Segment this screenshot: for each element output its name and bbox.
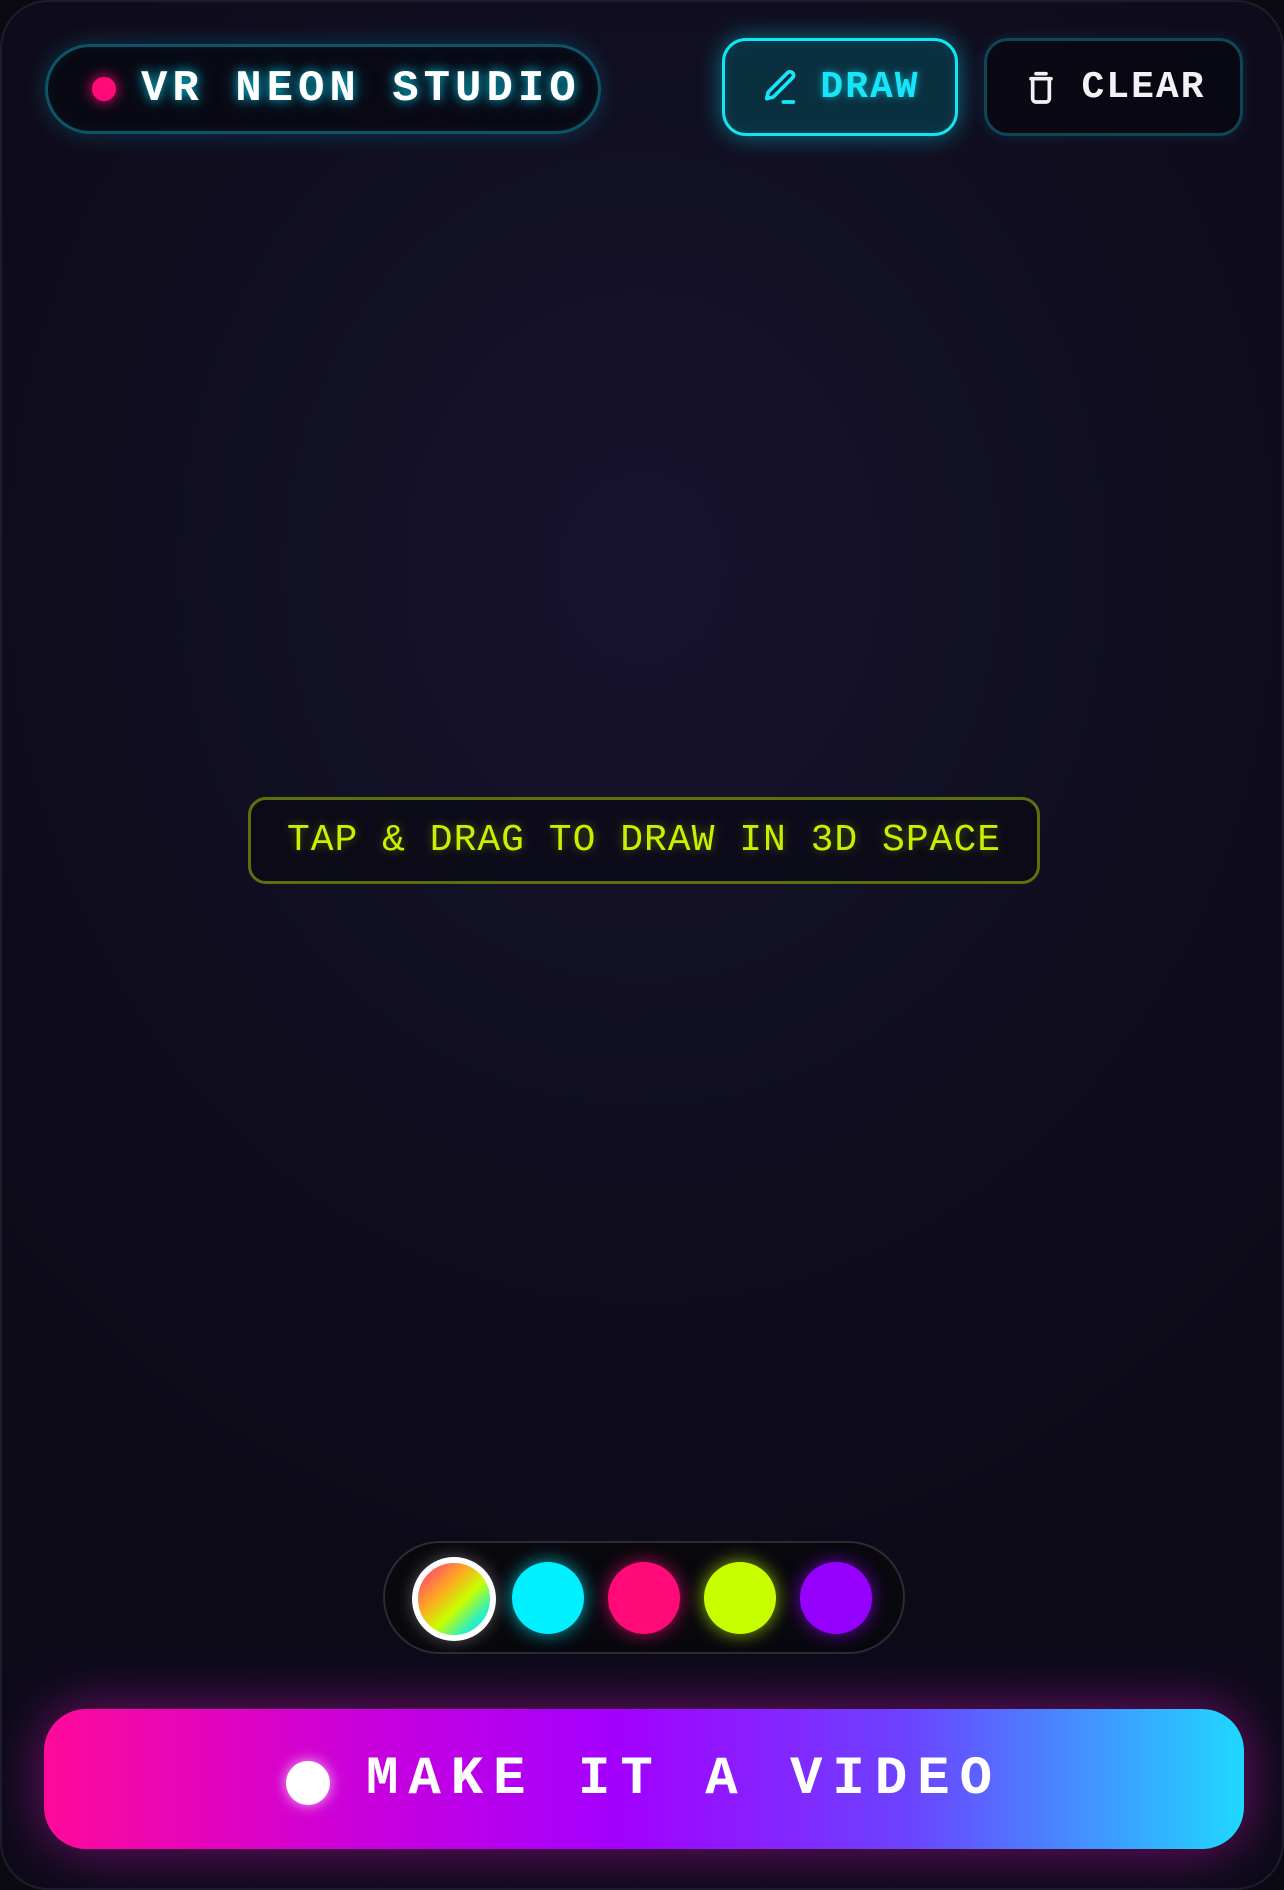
- live-indicator-dot: [92, 77, 116, 101]
- draw-button-label: DRAW: [820, 65, 920, 109]
- make-video-label: MAKE IT A VIDEO: [365, 1748, 1003, 1810]
- draw-hint: TAP & DRAG TO DRAW IN 3D SPACE: [248, 797, 1040, 884]
- app-brand: VR NEON STUDIO: [45, 44, 601, 134]
- swatch-lime[interactable]: [704, 1562, 776, 1634]
- app-title: VR NEON STUDIO: [141, 64, 581, 114]
- color-palette: [383, 1541, 905, 1654]
- draw-button[interactable]: DRAW: [722, 38, 958, 136]
- pencil-icon: [760, 67, 800, 107]
- swatch-cyan[interactable]: [512, 1562, 584, 1634]
- clear-button[interactable]: CLEAR: [984, 38, 1243, 136]
- swatch-rainbow[interactable]: [412, 1557, 496, 1641]
- make-video-button[interactable]: MAKE IT A VIDEO: [44, 1709, 1244, 1849]
- clear-button-label: CLEAR: [1081, 65, 1206, 109]
- trash-icon: [1021, 67, 1061, 107]
- swatch-pink[interactable]: [608, 1562, 680, 1634]
- record-dot-icon: [285, 1761, 330, 1805]
- swatch-purple[interactable]: [800, 1562, 872, 1634]
- app-frame: VR NEON STUDIO DRAW CLEAR TAP & DRAG TO …: [0, 0, 1284, 1890]
